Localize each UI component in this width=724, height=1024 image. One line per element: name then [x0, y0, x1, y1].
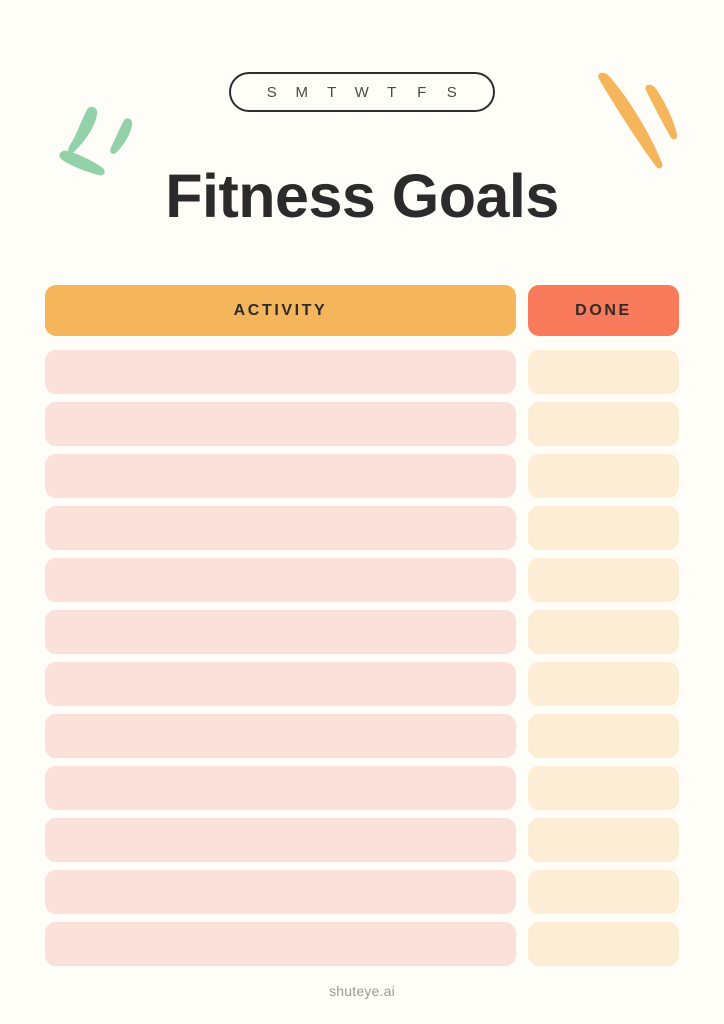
done-header-label: DONE	[575, 301, 632, 319]
done-checkbox-11[interactable]	[528, 870, 679, 914]
done-checkbox-3[interactable]	[528, 454, 679, 498]
done-checkbox-4[interactable]	[528, 506, 679, 550]
done-checkbox-7[interactable]	[528, 662, 679, 706]
table-row	[45, 714, 679, 758]
table-row	[45, 454, 679, 498]
fitness-goals-planner-page: S M T W T F S Fitness Goals ACTIVITY DON…	[0, 0, 724, 1024]
table-row	[45, 558, 679, 602]
activity-input-4[interactable]	[45, 506, 516, 550]
activity-input-9[interactable]	[45, 766, 516, 810]
activity-input-8[interactable]	[45, 714, 516, 758]
activity-input-10[interactable]	[45, 818, 516, 862]
weekday-saturday[interactable]: S	[437, 85, 467, 100]
table-row	[45, 818, 679, 862]
done-checkbox-8[interactable]	[528, 714, 679, 758]
weekday-selector: S M T W T F S	[0, 72, 724, 112]
activity-header-label: ACTIVITY	[233, 301, 328, 319]
footer-branding: shuteye.ai	[329, 983, 395, 999]
table-row	[45, 610, 679, 654]
weekday-friday[interactable]: F	[407, 85, 437, 100]
activity-input-11[interactable]	[45, 870, 516, 914]
table-row	[45, 922, 679, 966]
done-checkbox-1[interactable]	[528, 350, 679, 394]
table-header-row: ACTIVITY DONE	[45, 285, 679, 336]
table-row	[45, 870, 679, 914]
activity-input-12[interactable]	[45, 922, 516, 966]
page-title: Fitness Goals	[165, 162, 559, 230]
done-column-header: DONE	[528, 285, 679, 336]
activity-input-3[interactable]	[45, 454, 516, 498]
weekday-pill: S M T W T F S	[229, 72, 495, 112]
weekday-sunday[interactable]: S	[257, 85, 287, 100]
table-row	[45, 766, 679, 810]
done-checkbox-2[interactable]	[528, 402, 679, 446]
done-checkbox-12[interactable]	[528, 922, 679, 966]
table-row	[45, 350, 679, 394]
table-row	[45, 662, 679, 706]
activity-input-5[interactable]	[45, 558, 516, 602]
weekday-thursday[interactable]: T	[377, 85, 407, 100]
done-checkbox-5[interactable]	[528, 558, 679, 602]
table-body	[45, 350, 679, 966]
weekday-wednesday[interactable]: W	[347, 85, 377, 100]
weekday-tuesday[interactable]: T	[317, 85, 347, 100]
table-row	[45, 402, 679, 446]
activity-table: ACTIVITY DONE	[45, 285, 679, 974]
done-checkbox-6[interactable]	[528, 610, 679, 654]
done-checkbox-9[interactable]	[528, 766, 679, 810]
table-row	[45, 506, 679, 550]
activity-input-6[interactable]	[45, 610, 516, 654]
activity-input-7[interactable]	[45, 662, 516, 706]
activity-input-1[interactable]	[45, 350, 516, 394]
activity-column-header: ACTIVITY	[45, 285, 516, 336]
weekday-monday[interactable]: M	[287, 85, 317, 100]
activity-input-2[interactable]	[45, 402, 516, 446]
done-checkbox-10[interactable]	[528, 818, 679, 862]
